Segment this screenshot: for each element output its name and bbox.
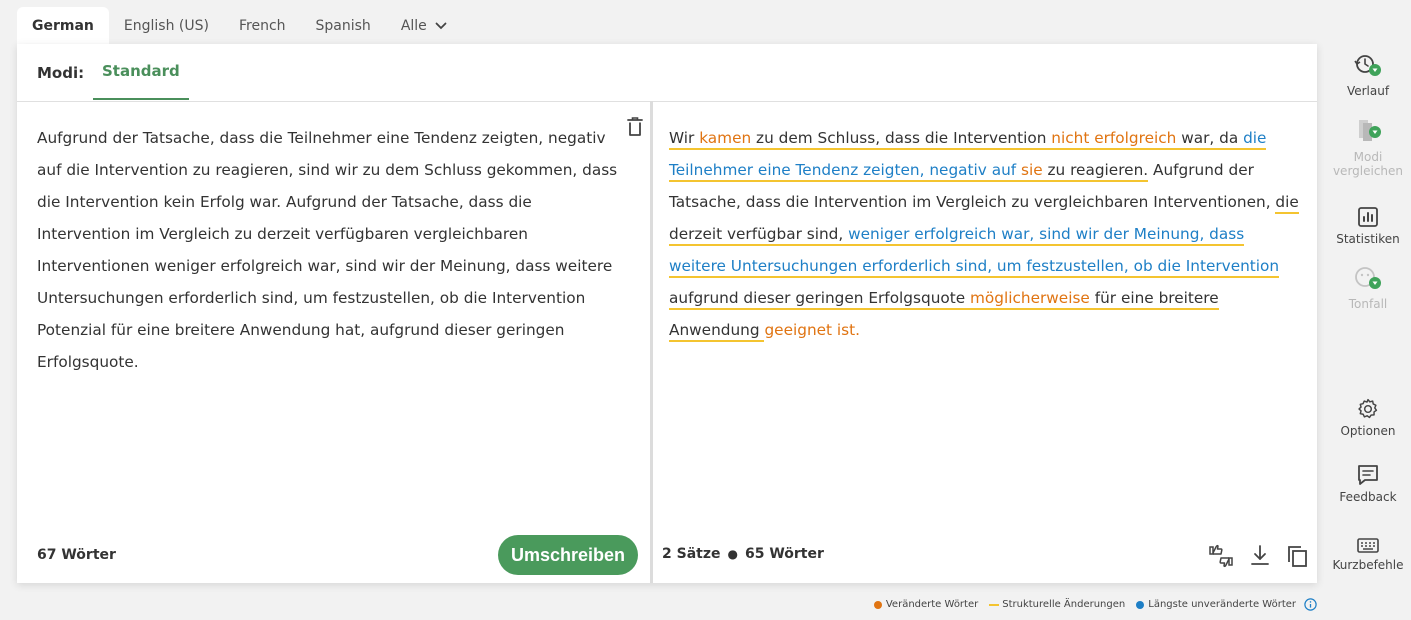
tab-english-us[interactable]: English (US) <box>109 7 224 44</box>
legend-label: Veränderte Wörter <box>885 599 979 610</box>
output-segment: Wir <box>669 129 700 150</box>
output-segment: aufgrund dieser geringen Erfolgsquote <box>669 289 971 310</box>
sidebar-label: Statistiken <box>1336 232 1400 246</box>
history-icon <box>1328 52 1408 80</box>
panel-divider <box>650 101 653 583</box>
changed-word[interactable]: möglicherweise <box>970 289 1090 310</box>
trash-icon[interactable] <box>625 116 645 142</box>
changed-word[interactable]: geeignet ist. <box>764 321 860 339</box>
highlight-legend: Veränderte Wörter Strukturelle Änderunge… <box>863 598 1317 611</box>
tab-german[interactable]: German <box>17 7 109 44</box>
structural-line <box>989 603 1000 606</box>
paraphraser-panel: Modi: Standard Aufgrund der Tatsache, da… <box>17 44 1317 583</box>
output-word-count: 65 Wörter <box>744 546 824 562</box>
legend-label: Strukturelle Änderungen <box>1002 599 1126 610</box>
changed-dot <box>873 600 882 609</box>
tab-label: French <box>238 17 286 34</box>
sidebar-label: Modi vergleichen <box>1332 150 1404 178</box>
keyboard-icon <box>1328 526 1408 554</box>
sentence-count: 2 Sätze <box>662 546 721 562</box>
tab-french[interactable]: French <box>224 7 301 44</box>
tab-label: English (US) <box>123 17 209 34</box>
rate-thumbs-icon[interactable] <box>1208 543 1234 573</box>
output-text: Wir kamen zu dem Schluss, dass die Inter… <box>669 122 1299 346</box>
sidebar-compare-modes[interactable]: Modi vergleichen <box>1328 118 1408 178</box>
modes-bar: Modi: Standard <box>17 44 1317 102</box>
changed-word[interactable]: kamen <box>699 129 752 150</box>
sidebar-feedback[interactable]: Feedback <box>1328 458 1408 504</box>
rewrite-button[interactable]: Umschreiben <box>498 535 638 575</box>
tone-icon <box>1328 265 1408 293</box>
tab-spanish[interactable]: Spanish <box>301 7 386 44</box>
mode-tab-standard[interactable]: Standard <box>93 44 189 100</box>
changed-word[interactable]: sie <box>1021 161 1043 182</box>
output-stats: 2 Sätze ● 65 Wörter <box>662 546 824 562</box>
unchanged-dot <box>1136 600 1145 609</box>
modes-label: Modi: <box>37 64 85 82</box>
legend-label: Längste unveränderte Wörter <box>1148 599 1296 610</box>
output-segment: zu dem Schluss, dass die Intervention <box>751 129 1052 150</box>
gear-icon <box>1328 392 1408 420</box>
legend-changed: Veränderte Wörter <box>873 599 979 610</box>
sidebar-label: Kurzbefehle <box>1332 558 1404 572</box>
output-segment: war, da <box>1176 129 1244 150</box>
tab-label: Alle <box>400 17 427 34</box>
download-icon[interactable] <box>1249 544 1271 572</box>
sidebar-label: Optionen <box>1340 424 1396 438</box>
sidebar-shortcuts[interactable]: Kurzbefehle <box>1328 526 1408 572</box>
output-segment: derzeit verfügbar sind, <box>669 225 849 246</box>
sidebar-statistics[interactable]: Statistiken <box>1328 200 1408 246</box>
sidebar-label: Verlauf <box>1346 84 1390 98</box>
statistics-icon <box>1328 200 1408 228</box>
sidebar-label: Tonfall <box>1348 297 1388 311</box>
tab-label: German <box>32 17 94 34</box>
copy-icon[interactable] <box>1285 544 1309 572</box>
language-tabs: German English (US) French Spanish Alle <box>17 7 462 44</box>
changed-word[interactable]: nicht erfolgreich <box>1051 129 1177 150</box>
chevron-down-icon <box>435 22 447 30</box>
tab-all-languages-dropdown[interactable]: Alle <box>386 7 462 44</box>
input-word-count: 67 Wörter <box>37 547 116 563</box>
sidebar-tone[interactable]: Tonfall <box>1328 265 1408 311</box>
sidebar-label: Feedback <box>1339 490 1397 504</box>
input-textarea[interactable]: Aufgrund der Tatsache, dass die Teilnehm… <box>37 122 623 378</box>
sidebar-options[interactable]: Optionen <box>1328 392 1408 438</box>
feedback-icon <box>1328 458 1408 486</box>
sidebar-history[interactable]: Verlauf <box>1328 52 1408 98</box>
compare-modes-icon <box>1328 118 1408 146</box>
output-segment: die <box>1275 193 1299 214</box>
legend-structural: Strukturelle Änderungen <box>989 599 1125 610</box>
separator-dot: ● <box>727 547 738 561</box>
info-icon[interactable] <box>1304 598 1317 611</box>
tab-label: Spanish <box>315 17 371 34</box>
output-segment: zu reagieren. <box>1042 161 1149 182</box>
legend-unchanged: Längste unveränderte Wörter <box>1136 599 1296 610</box>
